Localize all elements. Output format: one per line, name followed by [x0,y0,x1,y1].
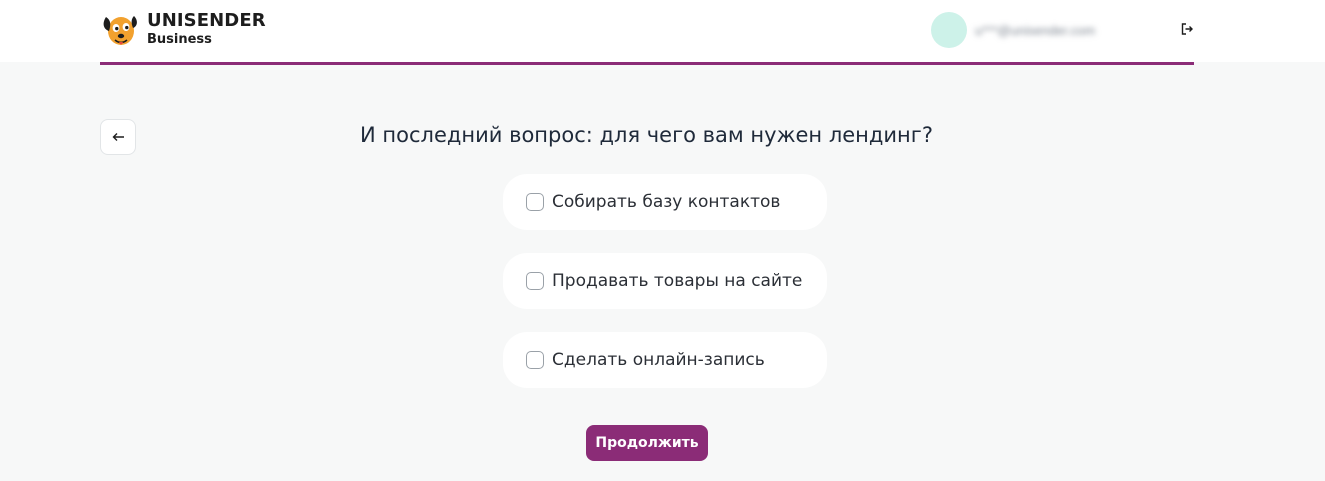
checkbox[interactable] [526,351,544,369]
option-collect-contacts[interactable]: Собирать базу контактов [503,174,827,230]
dog-mascot-icon [103,16,137,45]
avatar[interactable] [931,12,967,48]
option-label: Продавать товары на сайте [552,271,803,291]
header-divider [100,62,1194,65]
checkbox[interactable] [526,272,544,290]
logout-button[interactable] [1178,20,1196,38]
top-header: UNISENDER Business u***@unisender.com [0,0,1325,62]
question-title: И последний вопрос: для чего вам нужен л… [360,123,933,147]
continue-button[interactable]: Продолжить [586,425,708,461]
user-email: u***@unisender.com [975,22,1096,38]
checkbox[interactable] [526,193,544,211]
option-sell-products[interactable]: Продавать товары на сайте [503,253,827,309]
logout-icon [1181,23,1193,35]
option-online-booking[interactable]: Сделать онлайн-запись [503,332,827,388]
brand-name: UNISENDER [147,10,266,31]
option-label: Сделать онлайн-запись [552,350,765,370]
option-label: Собирать базу контактов [552,192,781,212]
brand-logo[interactable]: UNISENDER Business [100,9,266,49]
brand-subtitle: Business [147,32,212,47]
user-profile[interactable]: u***@unisender.com [931,12,1095,48]
